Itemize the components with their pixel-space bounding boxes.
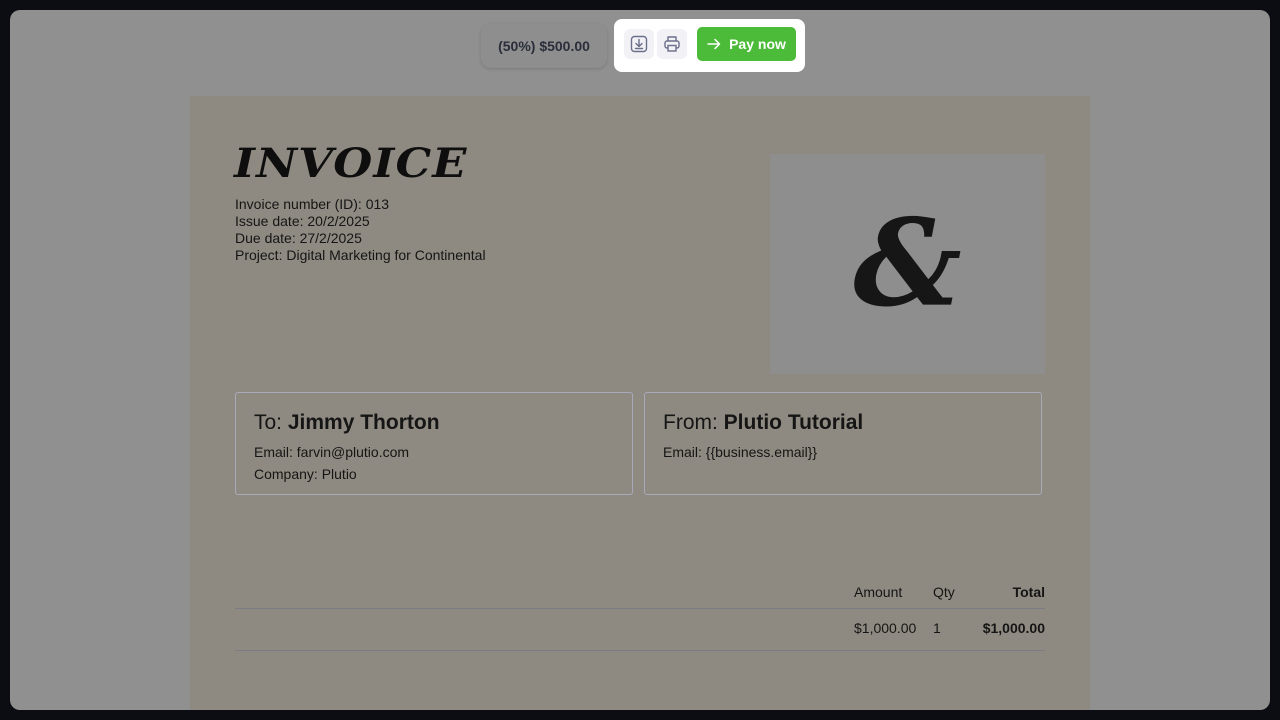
bill-to-card: To: Jimmy Thorton Email: farvin@plutio.c… xyxy=(235,392,633,495)
invoice-meta: Invoice number (ID): 013 Issue date: 20/… xyxy=(235,196,486,264)
invoice-number: Invoice number (ID): 013 xyxy=(235,196,390,212)
header-amount: Amount xyxy=(854,584,903,600)
invoice-title: INVOICE xyxy=(234,140,468,187)
row-amount: $1,000.00 xyxy=(854,620,917,636)
bill-to-name: Jimmy Thorton xyxy=(287,411,440,434)
bill-from-prefix: From: xyxy=(663,411,724,434)
bill-to-heading: To: Jimmy Thorton xyxy=(254,411,614,435)
invoice-action-bar: Pay now xyxy=(614,19,805,72)
bill-to-company: Company: Plutio xyxy=(254,466,357,482)
company-logo: & xyxy=(770,154,1045,374)
bill-to-prefix: To: xyxy=(254,411,288,434)
invoice-document: INVOICE Invoice number (ID): 013 Issue d… xyxy=(190,96,1090,710)
print-button[interactable] xyxy=(657,29,687,59)
arrow-right-icon xyxy=(707,38,721,50)
bill-from-email: Email: {{business.email}} xyxy=(663,444,818,460)
invoice-preview-screen: (50%) $500.00 Pay now INVOICE Invoice nu… xyxy=(10,10,1270,710)
pay-now-label: Pay now xyxy=(729,36,786,52)
bill-from-card: From: Plutio Tutorial Email: {{business.… xyxy=(644,392,1042,495)
header-total: Total xyxy=(1012,584,1045,600)
printer-icon xyxy=(664,36,680,52)
invoice-issue-date: Issue date: 20/2/2025 xyxy=(235,213,370,229)
row-total: $1,000.00 xyxy=(982,620,1045,636)
partial-payment-amount: (50%) $500.00 xyxy=(481,24,607,68)
ampersand-logo-icon: & xyxy=(853,193,962,334)
table-header-row: Amount Qty Total xyxy=(235,584,1045,604)
table-row: $1,000.00 1 $1,000.00 xyxy=(235,620,1045,640)
table-divider xyxy=(235,608,1045,609)
pay-now-button[interactable]: Pay now xyxy=(697,27,796,61)
invoice-project: Project: Digital Marketing for Continent… xyxy=(235,247,486,263)
bill-to-email: Email: farvin@plutio.com xyxy=(254,444,410,460)
invoice-due-date: Due date: 27/2/2025 xyxy=(235,230,362,246)
table-divider xyxy=(235,650,1045,651)
download-button[interactable] xyxy=(624,29,654,59)
download-icon xyxy=(630,35,648,53)
header-qty: Qty xyxy=(933,584,955,600)
bill-from-name: Plutio Tutorial xyxy=(723,411,864,434)
row-qty: 1 xyxy=(933,620,941,636)
bill-from-heading: From: Plutio Tutorial xyxy=(663,411,1023,435)
